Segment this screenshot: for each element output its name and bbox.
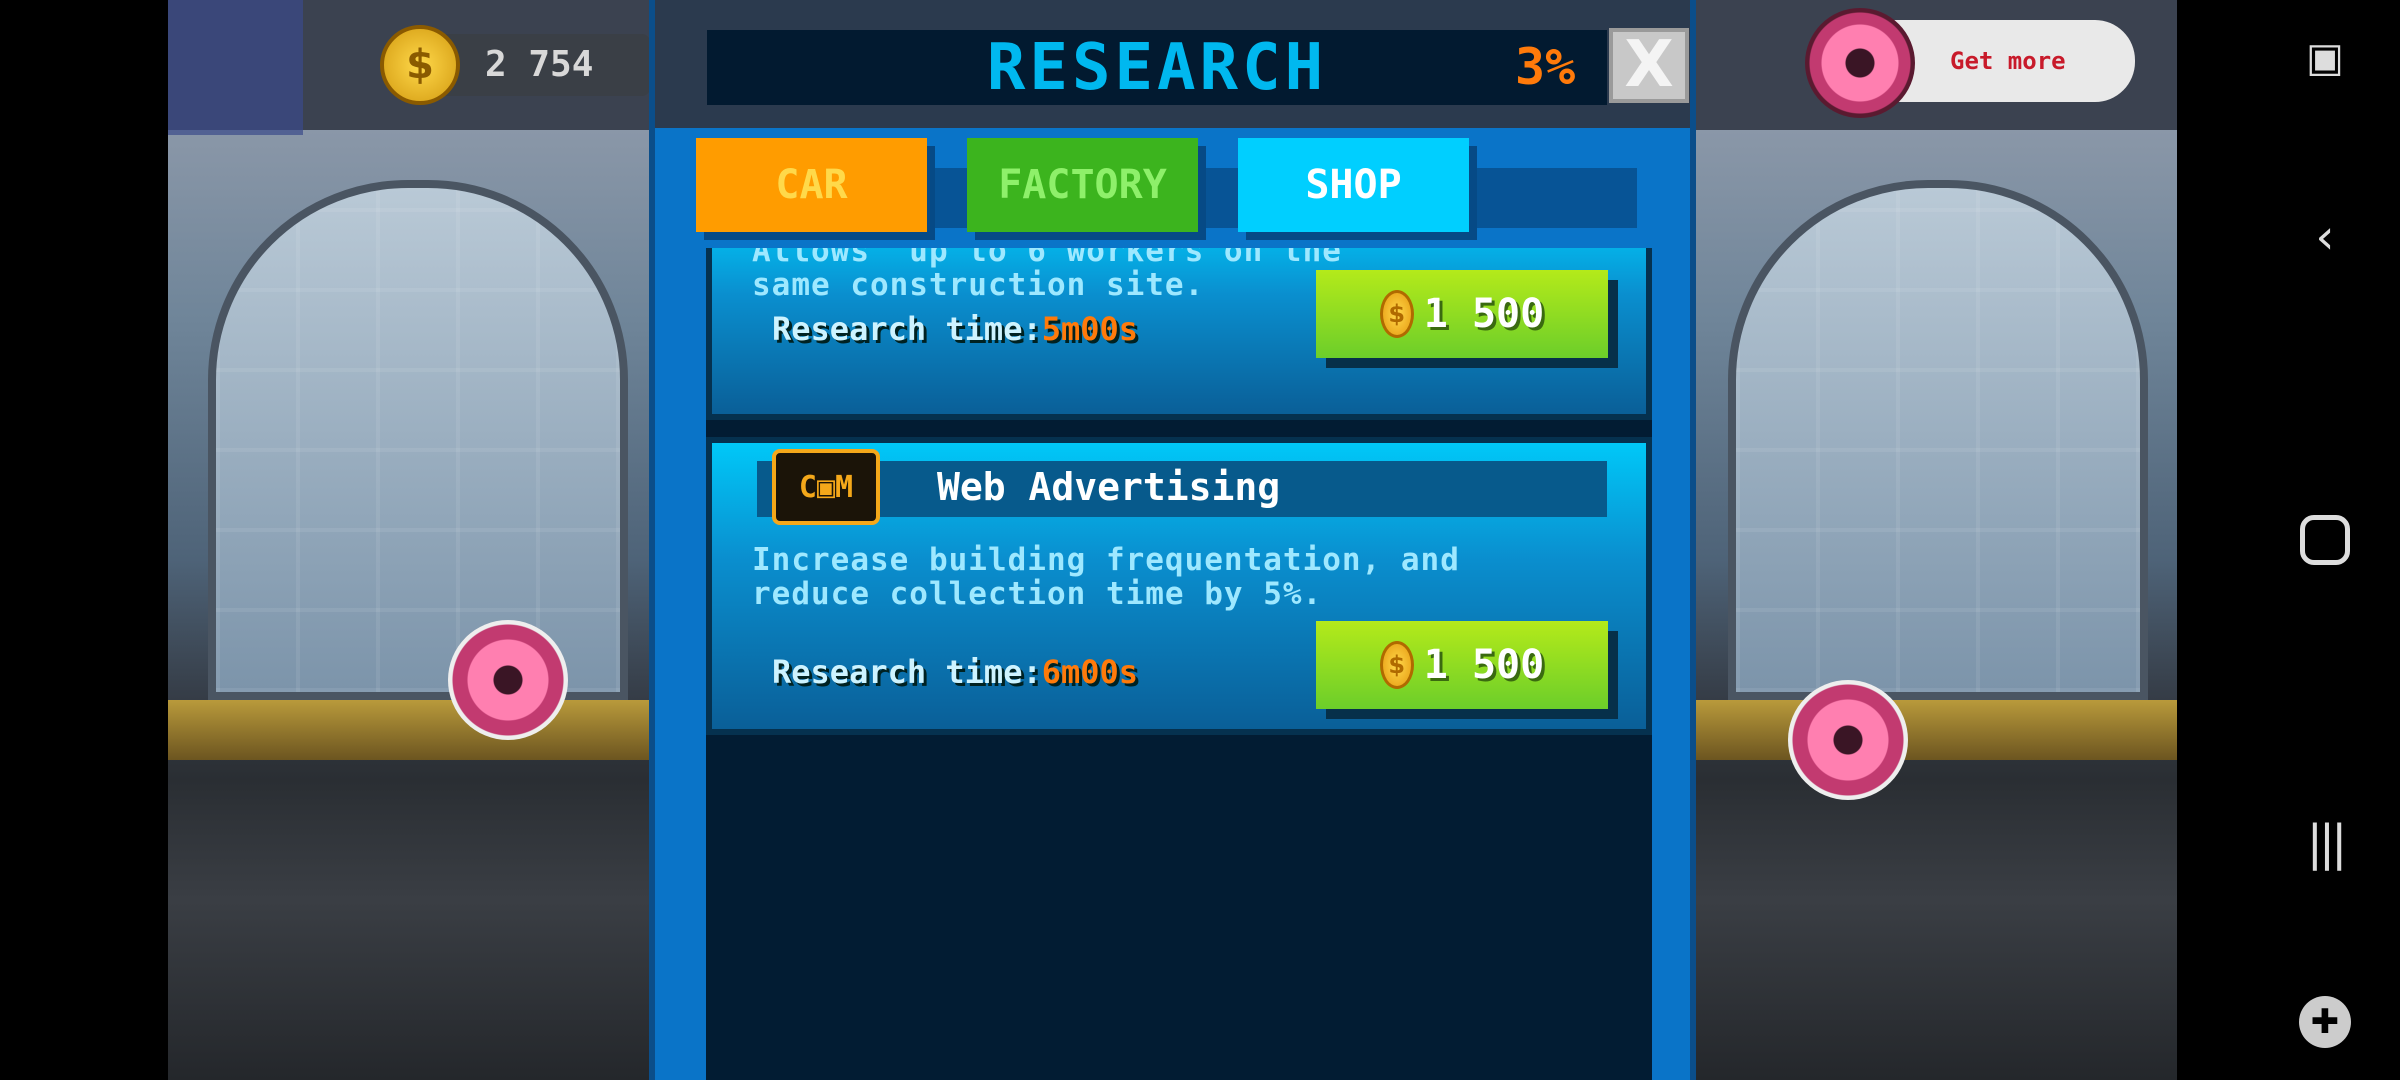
research-description: Increase building frequentation, and red…: [752, 542, 1460, 612]
buy-research-button[interactable]: $1 500: [1316, 621, 1608, 709]
donut-bubble[interactable]: [448, 620, 568, 740]
tab-factory[interactable]: FACTORY: [967, 138, 1198, 232]
tab-shop[interactable]: SHOP: [1238, 138, 1469, 232]
research-item: Allows up to 6 workers on the same const…: [706, 248, 1652, 420]
factory-window: [1728, 180, 2148, 700]
back-icon[interactable]: ‹: [2295, 207, 2355, 267]
research-dialog: RESEARCH 3% X CAR FACTORY SHOP Allows up…: [649, 0, 1696, 1080]
research-item: Web Advertising C▣M Increase building fr…: [706, 437, 1652, 735]
coin-icon: $: [380, 25, 460, 105]
system-nav-bar: [2177, 0, 2400, 1080]
donut-icon: [1805, 8, 1915, 118]
screen-touch-icon[interactable]: ▣: [2295, 28, 2355, 88]
price: 1 500: [1423, 642, 1545, 688]
factory-window: [208, 180, 628, 700]
price: 1 500: [1423, 291, 1545, 337]
donut-bubble[interactable]: [1788, 680, 1908, 800]
buy-research-button[interactable]: $1 500: [1316, 270, 1608, 358]
research-time: Research time:5m00s: [772, 310, 1138, 348]
research-time-value: 5m00s: [1041, 310, 1139, 348]
research-title: Web Advertising: [937, 465, 1281, 509]
coin-icon: $: [1379, 641, 1414, 689]
title-bar: RESEARCH 3%: [707, 30, 1607, 105]
home-icon[interactable]: [2295, 510, 2355, 570]
game-tools-icon[interactable]: ✚: [2295, 992, 2355, 1052]
tab-car[interactable]: CAR: [696, 138, 927, 232]
web-ad-icon: C▣M: [772, 449, 880, 525]
player-avatar[interactable]: [168, 0, 303, 135]
research-time: Research time:6m00s: [772, 653, 1138, 691]
dialog-title: RESEARCH: [986, 30, 1328, 105]
research-title-bar: Web Advertising: [757, 461, 1607, 517]
research-time-value: 6m00s: [1041, 653, 1139, 691]
research-list[interactable]: Allows up to 6 workers on the same const…: [706, 248, 1652, 1080]
coin-icon: $: [1379, 290, 1414, 338]
close-button[interactable]: X: [1609, 28, 1689, 103]
research-time-label: Research time:: [772, 310, 1042, 348]
recents-icon[interactable]: |||: [2295, 813, 2355, 873]
research-progress: 3%: [1515, 38, 1576, 96]
web-ad-icon-glyph: C▣M: [798, 469, 854, 505]
research-time-label: Research time:: [772, 653, 1042, 691]
